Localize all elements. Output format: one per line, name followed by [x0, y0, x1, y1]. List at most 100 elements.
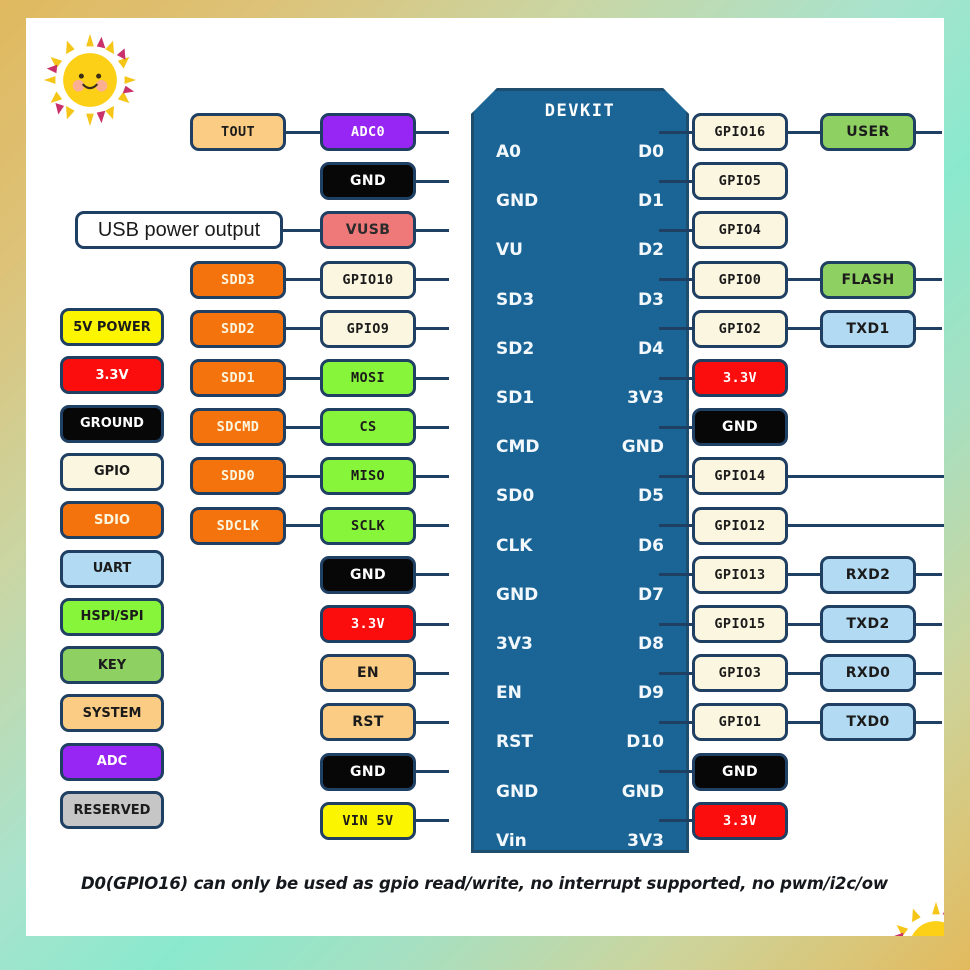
pinbox-gpio3[interactable]: GPIO3 — [692, 654, 788, 693]
pinbox-mosi[interactable]: MOSI — [320, 359, 416, 397]
wire-left-pin-to-chip-5 — [414, 376, 449, 380]
pinbox-vusb[interactable]: VUSB — [320, 211, 416, 250]
pinbox-sdcmd[interactable]: SDCMD — [190, 408, 286, 447]
pinbox-sdclk[interactable]: SDCLK — [190, 506, 286, 545]
pinbox-gpio10[interactable]: GPIO10 — [320, 260, 416, 299]
chip-pin-sd1-5: SD1 — [496, 388, 535, 408]
pinbox-3-3v[interactable]: 3.3V — [692, 801, 788, 840]
wire-left-pin-to-chip-7 — [414, 474, 449, 478]
legend-item-reserved[interactable]: RESERVED — [60, 791, 164, 829]
pinbox-sclk[interactable]: SCLK — [320, 506, 416, 545]
wire-right-pin-to-function-4 — [786, 327, 822, 331]
pinbox-gpio16[interactable]: GPIO16 — [692, 113, 788, 151]
legend-item-adc[interactable]: ADC — [60, 742, 164, 781]
pinbox-vin-5v[interactable]: VIN 5V — [320, 801, 416, 840]
wire-right-pin-to-function-9 — [786, 573, 822, 577]
wire-left-function-to-pin-3 — [284, 278, 322, 282]
pinbox-3-3v[interactable]: 3.3V — [692, 359, 788, 397]
wire-left-pin-to-chip-4 — [414, 327, 449, 331]
wire-left-pin-to-chip-8 — [414, 524, 449, 528]
wire-left-pin-to-chip-9 — [414, 573, 449, 577]
pinbox-adc0[interactable]: ADC0 — [320, 113, 416, 151]
pinbox-gpio0[interactable]: GPIO0 — [692, 260, 788, 299]
pinbox-gpio15[interactable]: GPIO15 — [692, 605, 788, 643]
legend-item-sdio[interactable]: SDIO — [60, 501, 164, 540]
sun-icon — [894, 901, 944, 936]
pinbox-gpio2[interactable]: GPIO2 — [692, 309, 788, 348]
chip-pin-d8-10: D8 — [638, 634, 664, 654]
poster-frame: DEVKIT A0 GND VU SD3 SD2 SD1 CMD SD0 CLK GND 3V3 EN… — [0, 0, 970, 970]
chip-pin-cmd-6: CMD — [496, 437, 540, 458]
wire-left-pin-to-chip-1 — [414, 179, 449, 183]
wire-left-function-to-pin-2 — [281, 228, 322, 232]
chip-pin-rst-12: RST — [496, 732, 533, 753]
legend-item-hspi-spi[interactable]: HSPI/SPI — [60, 597, 164, 636]
wire-chip-to-right-pin-9 — [659, 573, 694, 577]
wire-chip-to-right-pin-10 — [659, 622, 694, 626]
pinbox-miso[interactable]: MISO — [320, 457, 416, 496]
chip-pin-sd0-7: SD0 — [496, 486, 535, 507]
pinbox-gnd[interactable]: GND — [692, 752, 788, 791]
pinbox-gpio9[interactable]: GPIO9 — [320, 309, 416, 348]
pinbox-sdd3[interactable]: SDD3 — [190, 260, 286, 299]
chip-pin-gnd-1: GND — [496, 191, 539, 212]
chip-pin-d4-4: D4 — [638, 338, 664, 359]
pinbox-txd2[interactable]: TXD2 — [820, 605, 916, 643]
diagram-card: DEVKIT A0 GND VU SD3 SD2 SD1 CMD SD0 CLK GND 3V3 EN… — [26, 18, 944, 936]
pinbox-3-3v[interactable]: 3.3V — [320, 605, 416, 643]
chip-pin-d5-7: D5 — [638, 486, 664, 507]
pinbox-tout[interactable]: TOUT — [190, 113, 286, 151]
wire-chip-to-right-pin-13 — [659, 770, 694, 774]
pinbox-rxd2[interactable]: RXD2 — [820, 555, 916, 594]
pinbox-rxd0[interactable]: RXD0 — [820, 654, 916, 693]
chip-pin-d1-1: D1 — [638, 191, 664, 212]
pinbox-gnd[interactable]: GND — [320, 752, 416, 791]
pinbox-sdd2[interactable]: SDD2 — [190, 309, 286, 348]
pinbox-gpio12[interactable]: GPIO12 — [692, 506, 788, 545]
legend-item-gpio[interactable]: GPIO — [60, 452, 164, 491]
pinbox-txd1[interactable]: TXD1 — [820, 309, 916, 348]
pinbox-gnd[interactable]: GND — [320, 162, 416, 201]
wire-right-function-stub-0 — [914, 130, 942, 134]
wire-left-pin-to-chip-3 — [414, 278, 449, 282]
wire-chip-to-right-pin-5 — [659, 376, 694, 380]
wire-right-function-stub-4 — [914, 327, 942, 331]
wire-left-function-to-pin-6 — [284, 425, 322, 429]
pinbox-en[interactable]: EN — [320, 654, 416, 693]
pinbox-flash[interactable]: FLASH — [820, 260, 916, 299]
pinbox-gpio13[interactable]: GPIO13 — [692, 555, 788, 594]
legend-item-key[interactable]: KEY — [60, 646, 164, 685]
legend-item-3-3v[interactable]: 3.3V — [60, 356, 164, 395]
pinbox-gnd[interactable]: GND — [320, 555, 416, 594]
wire-chip-to-right-pin-1 — [659, 179, 694, 183]
wire-left-pin-to-chip-10 — [414, 622, 449, 626]
chip-pin-d9-11: D9 — [638, 683, 664, 704]
pinbox-txd0[interactable]: TXD0 — [820, 703, 916, 742]
pinbox-sdd1[interactable]: SDD1 — [190, 359, 286, 397]
chip-title: DEVKIT — [544, 101, 616, 121]
legend-item-system[interactable]: SYSTEM — [60, 694, 164, 733]
wire-right-function-stub-10 — [914, 622, 942, 626]
wire-left-pin-to-chip-6 — [414, 425, 449, 429]
pinbox-gnd[interactable]: GND — [692, 408, 788, 447]
pinbox-gpio4[interactable]: GPIO4 — [692, 211, 788, 250]
wire-left-pin-to-chip-14 — [414, 819, 449, 823]
chip-pin-3v3-14: 3V3 — [627, 830, 664, 851]
wire-left-pin-to-chip-13 — [414, 770, 449, 774]
pinbox-gpio14[interactable]: GPIO14 — [692, 457, 788, 496]
wire-left-pin-to-chip-12 — [414, 720, 449, 724]
chip-pin-d3-3: D3 — [638, 289, 664, 310]
pinbox-cs[interactable]: CS — [320, 408, 416, 447]
wire-chip-to-right-pin-11 — [659, 671, 694, 675]
pinbox-gpio1[interactable]: GPIO1 — [692, 703, 788, 742]
pinbox-gpio5[interactable]: GPIO5 — [692, 162, 788, 201]
pinbox-usb-power-output[interactable]: USB power output — [75, 211, 283, 250]
pinbox-user[interactable]: USER — [820, 113, 916, 151]
legend-item-uart[interactable]: UART — [60, 549, 164, 588]
legend-item-5v-power[interactable]: 5V POWER — [60, 308, 164, 346]
chip-pin-gnd-9: GND — [496, 584, 539, 605]
legend-item-ground[interactable]: GROUND — [60, 404, 164, 443]
wire-chip-to-right-pin-3 — [659, 278, 694, 282]
pinbox-rst[interactable]: RST — [320, 703, 416, 742]
pinbox-sdd0[interactable]: SDD0 — [190, 457, 286, 496]
